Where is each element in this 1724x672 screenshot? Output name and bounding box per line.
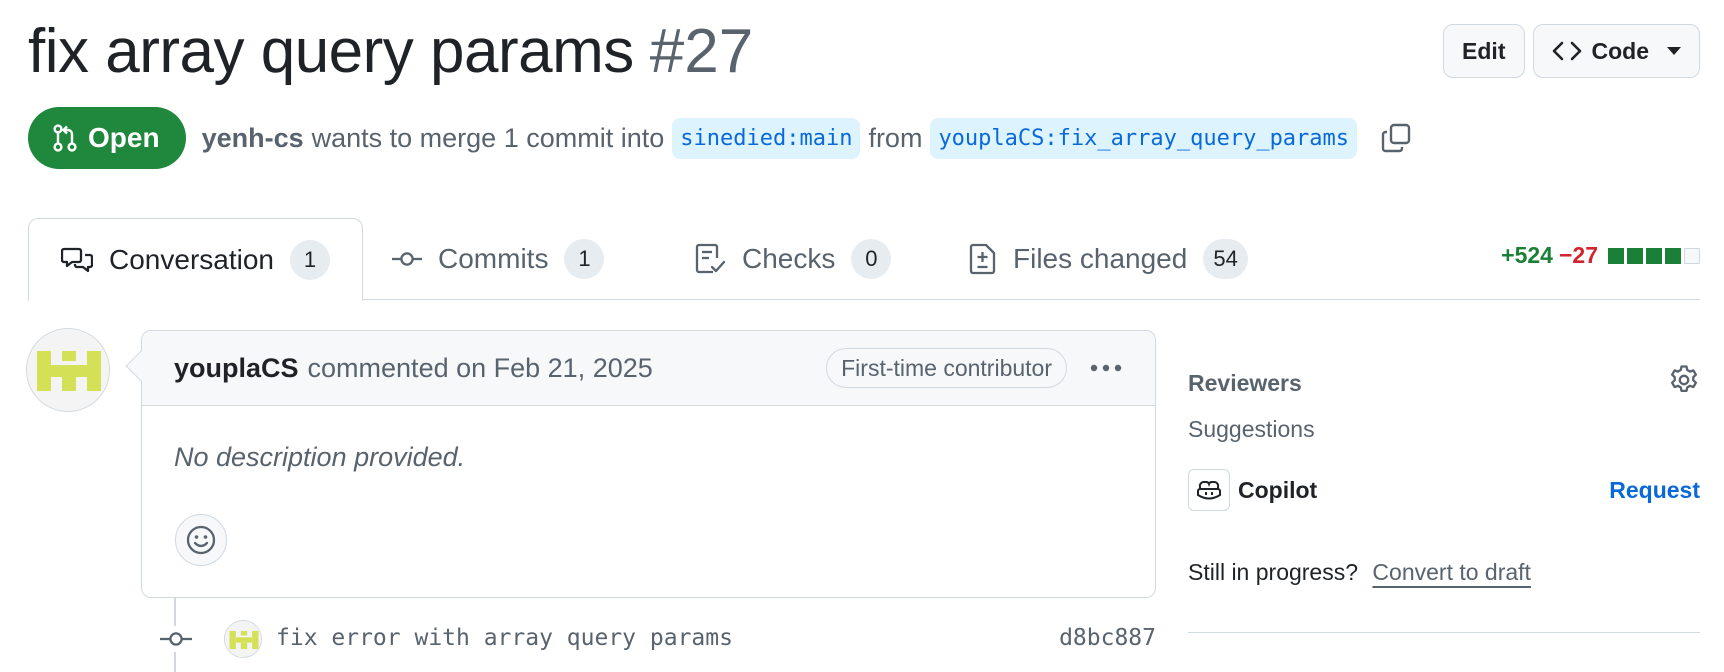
diffstat-deletions: −27 <box>1558 242 1598 268</box>
diffstat: +524 −27 <box>1501 242 1700 269</box>
from-text: from <box>868 122 923 153</box>
tab-conversation-counter: 1 <box>289 239 330 280</box>
header-actions: Edit Code <box>1443 24 1700 78</box>
comment-body: No description provided. <box>174 442 466 472</box>
diffstat-block-neutral <box>1684 247 1700 264</box>
tab-checks-counter: 0 <box>851 239 892 279</box>
code-icon <box>1552 40 1582 62</box>
reviewers-heading: Reviewers <box>1188 369 1302 396</box>
merge-description: yenh-cs wants to merge 1 commit into sin… <box>202 117 1411 159</box>
gear-icon[interactable] <box>1668 364 1700 402</box>
status-label: Open <box>88 122 160 153</box>
pr-title: fix array query params <box>28 16 634 86</box>
tab-conversation-label: Conversation <box>109 243 274 275</box>
sidebar-divider <box>1188 632 1700 633</box>
diffstat-block-added <box>1627 247 1643 264</box>
code-button-label: Code <box>1591 37 1650 64</box>
commit-message-link[interactable]: fix error with array query params <box>276 625 733 651</box>
request-review-button[interactable]: Request <box>1609 477 1700 504</box>
comment-date[interactable]: commented on Feb 21, 2025 <box>308 353 653 384</box>
pr-comment: youplaCS commented on Feb 21, 2025 First… <box>125 330 1156 598</box>
edit-button-label: Edit <box>1462 37 1506 64</box>
comment-header: youplaCS commented on Feb 21, 2025 First… <box>125 331 1155 406</box>
suggested-reviewer-name: Copilot <box>1238 476 1318 503</box>
suggestions-label: Suggestions <box>1188 416 1315 442</box>
convert-to-draft-row: Still in progress? Convert to draft <box>1188 559 1700 586</box>
commit-avatar[interactable] <box>224 620 262 658</box>
smiley-icon[interactable] <box>175 514 227 566</box>
head-branch[interactable]: youplaCS:fix_array_query_params <box>930 117 1358 159</box>
git-commit-icon <box>392 249 422 269</box>
diffstat-block-added <box>1665 247 1681 264</box>
convert-to-draft-link[interactable]: Convert to draft <box>1372 559 1531 585</box>
pr-meta-row: Open yenh-cs wants to merge 1 commit int… <box>28 107 1411 169</box>
comment-author-link[interactable]: youplaCS <box>174 353 299 384</box>
diffstat-additions: +524 <box>1501 242 1553 268</box>
file-diff-icon <box>969 243 997 275</box>
copy-icon[interactable] <box>1381 123 1411 153</box>
tab-checks-label: Checks <box>742 243 836 274</box>
tab-files-changed-label: Files changed <box>1013 243 1188 274</box>
edit-button[interactable]: Edit <box>1443 24 1525 78</box>
tab-checks[interactable]: Checks 0 <box>694 218 892 300</box>
kebab-horizontal-icon[interactable] <box>1089 363 1123 373</box>
tab-files-changed[interactable]: Files changed 54 <box>969 218 1248 300</box>
pr-number: #27 <box>649 16 754 86</box>
tab-commits-label: Commits <box>438 243 549 274</box>
checklist-icon <box>694 243 726 275</box>
comment-discussion-icon <box>61 245 93 275</box>
reviewers-section-header: Reviewers <box>1188 360 1700 406</box>
pr-tabs: Conversation 1 Commits 1 Checks 0 Files … <box>28 218 1700 301</box>
commit-sha-link[interactable]: d8bc887 <box>1059 625 1156 651</box>
status-badge: Open <box>28 107 186 169</box>
merge-text: wants to merge 1 commit into <box>311 122 665 153</box>
pr-title-row: fix array query params #27 <box>28 14 753 88</box>
git-pull-request-icon <box>53 124 77 152</box>
diffstat-blocks <box>1608 247 1700 264</box>
tab-conversation[interactable]: Conversation 1 <box>28 218 363 301</box>
role-badge: First-time contributor <box>826 348 1067 388</box>
comment-pointer <box>125 350 157 382</box>
tab-commits[interactable]: Commits 1 <box>392 218 605 300</box>
suggested-reviewer: Copilot Request <box>1188 469 1700 511</box>
copilot-icon <box>1188 469 1230 511</box>
avatar[interactable] <box>26 328 110 412</box>
pr-author-link[interactable]: yenh-cs <box>202 123 304 154</box>
tab-files-changed-counter: 54 <box>1203 239 1248 279</box>
diffstat-block-added <box>1608 247 1624 264</box>
diffstat-block-added <box>1646 247 1662 264</box>
code-button[interactable]: Code <box>1532 24 1700 78</box>
sidebar: Reviewers Suggestions Copilot Request St… <box>1188 360 1700 633</box>
chevron-down-icon <box>1667 47 1681 55</box>
draft-prompt: Still in progress? <box>1188 559 1359 585</box>
base-branch[interactable]: sinedied:main <box>672 117 861 159</box>
tab-commits-counter: 1 <box>564 239 605 279</box>
git-commit-icon <box>160 626 192 652</box>
